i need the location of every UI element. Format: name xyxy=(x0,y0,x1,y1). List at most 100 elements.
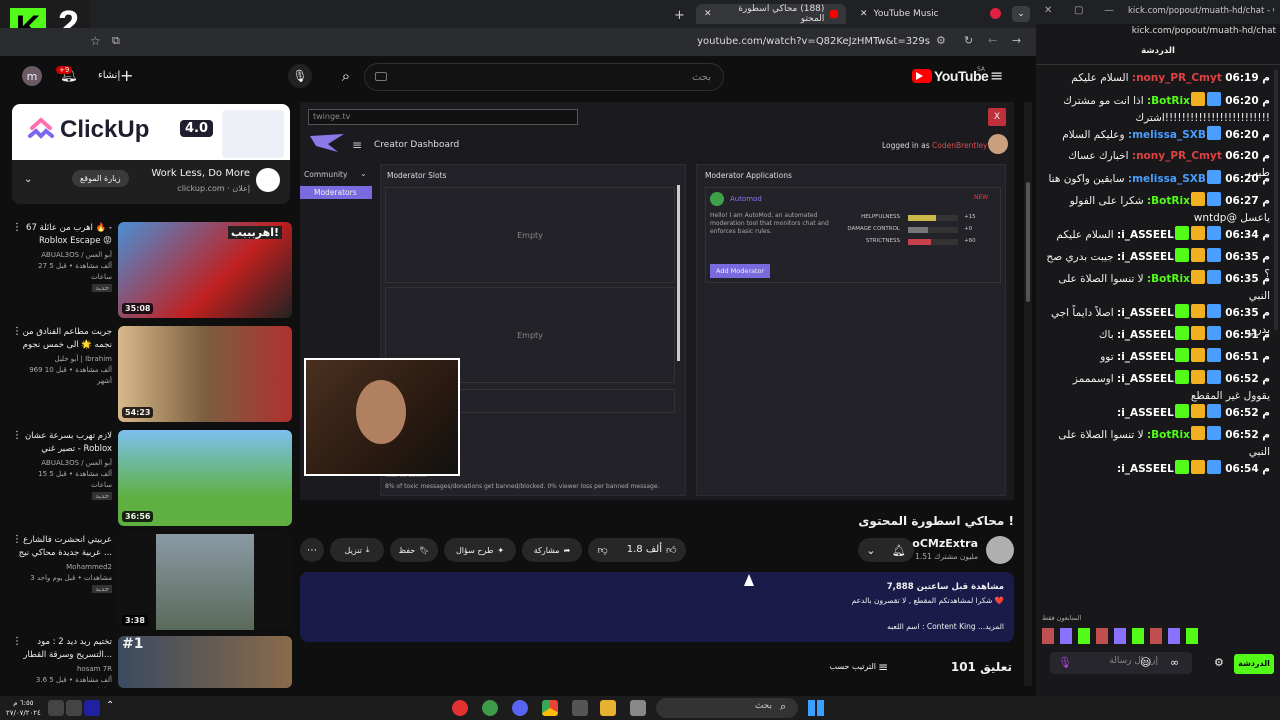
message-username[interactable]: nony_PR_Cmyt: xyxy=(1132,150,1222,162)
like-icon[interactable]: 👍︎ xyxy=(666,544,676,556)
video-title[interactable]: جربت مطاعم الفنادق من نجمه 🌟 الى خمس نجو… xyxy=(16,326,112,352)
chevron-up-icon[interactable]: ⌃ xyxy=(106,700,114,711)
close-icon[interactable]: ✕ xyxy=(860,9,868,19)
tab-switch-icon[interactable]: ⧉ xyxy=(112,34,120,48)
list-item[interactable]: 3:38 عربيتي انحشرت فالشارع عربية جديدة م… xyxy=(8,534,292,634)
more-icon[interactable]: ⋮ xyxy=(12,534,22,545)
message-username[interactable]: melissa_SXB: xyxy=(1128,173,1206,185)
close-icon[interactable]: ✕ xyxy=(704,9,712,19)
chat-message[interactable]: 06:54 م i_ASSEEL: xyxy=(1046,460,1270,478)
message-username[interactable]: melissa_SXB: xyxy=(1128,129,1206,141)
plus-icon[interactable]: + xyxy=(120,66,133,85)
system-clock[interactable]: ٦:٥٥ م ٢٧/٠٧/٢٠٢٤ xyxy=(6,698,41,718)
new-tab-icon[interactable]: + xyxy=(674,8,685,23)
chat-message[interactable]: 06:52 م i_ASSEEL: اوسمممز يقوول غير المق… xyxy=(1046,370,1270,405)
ask-button[interactable]: طرح سؤال ✦ xyxy=(444,538,516,562)
emoji-icon[interactable]: ☺ xyxy=(1140,656,1151,669)
message-username[interactable]: i_ASSEEL: xyxy=(1117,229,1174,241)
save-button[interactable]: حفظ 🔖︎ xyxy=(390,538,438,562)
chat-message[interactable]: 06:19 م nony_PR_Cmyt: السلام عليكم xyxy=(1046,70,1270,87)
search-icon[interactable]: ⌕ xyxy=(334,64,358,88)
sort-label[interactable]: الترتيب حسب xyxy=(820,662,876,671)
message-username[interactable]: i_ASSEEL: xyxy=(1117,407,1174,419)
chat-message[interactable]: 06:52 م i_ASSEEL: xyxy=(1046,404,1270,422)
sort-icon[interactable]: ≡ xyxy=(878,660,888,674)
chat-message[interactable]: 06:20 م BotRix: اذا انت مو مشترك !!!!!!!… xyxy=(1046,92,1270,127)
dislike-icon[interactable]: 👎︎ xyxy=(598,544,608,556)
back-icon[interactable]: ← xyxy=(988,34,997,47)
chevron-down-icon[interactable]: ⌄ xyxy=(360,169,367,178)
more-icon[interactable]: ⋮ xyxy=(12,222,22,233)
add-moderator-button[interactable]: Add Moderator xyxy=(710,264,771,278)
folder-icon[interactable] xyxy=(600,700,616,716)
wifi-icon[interactable] xyxy=(48,700,64,716)
chat-message[interactable]: 06:51 م i_ASSEEL: توو xyxy=(1046,348,1270,366)
video-thumbnail[interactable]: 3:38 xyxy=(118,534,292,630)
windows-start-icon[interactable] xyxy=(808,700,824,716)
battery-icon[interactable] xyxy=(84,700,100,716)
list-item[interactable]: اهربببب! 35:08 اهرب من عائلة 67 🔥 - Robl… xyxy=(8,222,292,322)
gear-icon[interactable]: ⚙ xyxy=(1214,656,1224,669)
message-username[interactable]: i_ASSEEL: xyxy=(1117,329,1174,341)
video-thumbnail[interactable]: 36:56 xyxy=(118,430,292,526)
search-input[interactable]: بحث xyxy=(364,63,724,91)
video-player[interactable]: twinge.tv X ≡ Creator Dashboard Logged i… xyxy=(300,102,1014,500)
more-icon[interactable]: ⋯ xyxy=(300,538,324,562)
chrome-icon[interactable] xyxy=(542,700,558,716)
message-username[interactable]: BotRix: xyxy=(1147,273,1190,285)
settings-icon[interactable]: ⚙ xyxy=(936,34,946,47)
scrollbar[interactable] xyxy=(1274,70,1278,330)
emote-row[interactable] xyxy=(1042,628,1202,644)
more-icon[interactable]: ⋮ xyxy=(12,430,22,441)
list-item[interactable]: 36:56 لازم تهرب بسرعة عشان تصير غني - Ro… xyxy=(8,430,292,530)
mic-icon[interactable]: 🎙︎ xyxy=(288,64,312,88)
moderator-slot[interactable]: Empty xyxy=(385,187,675,283)
url-field[interactable]: youtube.com/watch?v=Q82KeJzHMTw&t=329s xyxy=(600,36,930,47)
video-title[interactable]: لازم تهرب بسرعة عشان تصير غني - Roblox xyxy=(16,430,112,456)
discord-icon[interactable] xyxy=(512,700,528,716)
message-username[interactable]: BotRix: xyxy=(1147,195,1190,207)
task-view-icon[interactable] xyxy=(630,700,646,716)
message-username[interactable]: i_ASSEEL: xyxy=(1117,373,1174,385)
menu-icon[interactable]: ≡ xyxy=(990,66,1003,85)
download-button[interactable]: تنزيل ⤓ xyxy=(330,538,384,562)
video-title[interactable]: عربيتي انحشرت فالشارع عربية جديدة محاكي … xyxy=(16,534,112,560)
chat-message[interactable]: 06:34 م i_ASSEEL: السلام عليكم xyxy=(1046,226,1270,244)
video-thumbnail[interactable]: اهربببب! 35:08 xyxy=(118,222,292,318)
tab-video[interactable]: ✕ (188) محاكي اسطورة المحتو xyxy=(696,4,846,24)
chat-message[interactable]: 06:20 م melissa_SXB: وعليكم السلام xyxy=(1046,126,1270,144)
message-username[interactable]: i_ASSEEL: xyxy=(1117,351,1174,363)
tab-music[interactable]: ✕ YouTube Music xyxy=(852,4,984,24)
chat-message[interactable]: 06:52 م BotRix: لا تنسوا الصلاة على النب… xyxy=(1046,426,1270,461)
obs-icon[interactable] xyxy=(452,700,468,716)
message-username[interactable]: i_ASSEEL: xyxy=(1117,463,1174,475)
infinity-icon[interactable]: ∞ xyxy=(1170,656,1179,669)
message-username[interactable]: i_ASSEEL: xyxy=(1117,307,1174,319)
store-icon[interactable] xyxy=(572,700,588,716)
app-icon[interactable] xyxy=(482,700,498,716)
scrollbar-thumb[interactable] xyxy=(1026,182,1030,302)
list-item[interactable]: #1 تختيم ريد ديد 2 : مود التسريح وسرقة ا… xyxy=(8,636,292,688)
video-title[interactable]: تختيم ريد ديد 2 : مود التسريح وسرقة القط… xyxy=(16,636,112,662)
message-username[interactable]: BotRix: xyxy=(1147,429,1190,441)
description-box[interactable]: 7,888 مشاهدة قبل ساعتين شكرا لمشاهدتكم ا… xyxy=(300,572,1014,642)
hamburger-icon[interactable]: ≡ xyxy=(352,138,362,152)
message-username[interactable]: BotRix: xyxy=(1147,95,1190,107)
application-card[interactable]: Automod NEW Hello! I am AutoMod, an auto… xyxy=(705,187,1001,283)
message-username[interactable]: i_ASSEEL: xyxy=(1117,251,1174,263)
more-icon[interactable]: ⋮ xyxy=(12,326,22,337)
close-icon[interactable]: ✕ xyxy=(1044,5,1052,16)
list-item[interactable]: 54:23 جربت مطاعم الفنادق من نجمه 🌟 الى خ… xyxy=(8,326,292,426)
keyboard-icon[interactable] xyxy=(375,72,387,81)
like-dislike-group[interactable]: 👎︎ 1.8 ألف 👍︎ xyxy=(588,538,686,562)
chat-message[interactable]: 06:20 م melissa_SXB: سابقين واكون هنا xyxy=(1046,170,1270,188)
nav-item-moderators[interactable]: Moderators xyxy=(300,186,372,199)
ad-banner[interactable]: ClickUp 4.0 xyxy=(12,104,290,160)
subscription-button[interactable]: ⌄ 🔔︎ xyxy=(858,538,914,562)
scrollbar[interactable] xyxy=(677,185,680,361)
chat-message[interactable]: 06:35 م BotRix: لا تنسوا الصلاة على النب… xyxy=(1046,270,1270,305)
tab-list-icon[interactable]: ⌄ xyxy=(1012,6,1030,22)
share-button[interactable]: مشاركة ➦ xyxy=(522,538,582,562)
game-close-button[interactable]: X xyxy=(988,108,1006,126)
video-thumbnail[interactable]: 54:23 xyxy=(118,326,292,422)
